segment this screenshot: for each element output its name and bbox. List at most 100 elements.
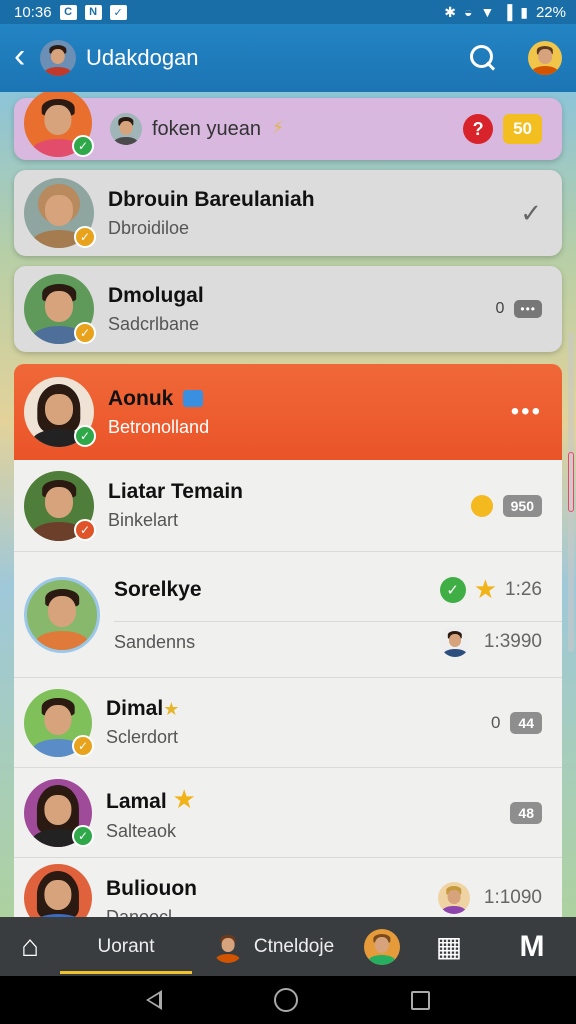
star-icon: ★ <box>473 574 498 604</box>
profile-avatar[interactable] <box>528 41 562 75</box>
contact-name: Sorelkye <box>114 577 202 601</box>
tab-ctneldoje[interactable]: Ctneldoje <box>192 917 354 976</box>
contact-avatar: ✓ <box>24 377 96 447</box>
contact-subtitle: Binkelart <box>108 510 179 530</box>
verified-icon: ✓ <box>72 734 94 757</box>
chat-item[interactable]: Sorelkye ✓ ★ 1:26 Sandenns 1:3990 <box>14 552 562 678</box>
chat-item[interactable]: ✓ Dbrouin Bareulaniah Dbroidiloe ✓ <box>14 170 562 256</box>
active-tab-indicator <box>60 971 192 974</box>
read-check-icon: ✓ <box>520 197 542 228</box>
status-emoji-icon <box>470 494 493 517</box>
home-icon: ⌂ <box>20 929 40 963</box>
verified-icon: ✓ <box>74 518 96 541</box>
system-navigation <box>0 976 576 1024</box>
contact-avatar: ✓ <box>24 778 94 847</box>
nav-media[interactable]: ▦ <box>410 917 488 976</box>
contact-avatar: ✓ <box>24 178 96 248</box>
contact-avatar: ✓ <box>24 470 96 541</box>
notification-c-icon: C <box>59 4 77 20</box>
contact-subtitle: Sadcrlbane <box>108 313 200 334</box>
contact-subtitle: Betronolland <box>108 416 210 437</box>
contact-avatar <box>24 864 92 917</box>
pinned-title: foken yuean <box>152 117 261 140</box>
contact-name: Buliouon <box>106 877 197 900</box>
tab-label: Ctneldoje <box>253 935 335 957</box>
message-time: 1:26 <box>505 578 542 600</box>
contact-name: Dimal★ <box>106 697 180 720</box>
unread-number: 0 <box>490 712 501 732</box>
contact-avatar: ✓ <box>24 274 96 344</box>
system-recents-icon[interactable] <box>410 990 430 1010</box>
contact-name: Dmolugal <box>108 283 204 307</box>
chat-list: ✓ foken yuean ⚡ ? 50 ✓ Dbrouin Bareulani… <box>0 92 576 917</box>
verified-icon: ✓ <box>72 824 94 847</box>
contact-avatar: ✓ <box>24 688 94 757</box>
chat-item[interactable]: ✓ Liatar Temain Binkelart 950 <box>14 460 562 552</box>
contact-subtitle: Sandenns <box>114 631 196 652</box>
more-options-icon[interactable]: ••• <box>511 398 542 426</box>
status-time: 10:36 <box>14 3 52 21</box>
tab-label: Uorant <box>97 935 155 957</box>
small-avatar <box>110 113 142 145</box>
lightning-icon: ⚡ <box>272 118 284 137</box>
sparkle-icon: ★ <box>163 699 180 719</box>
contact-name: Aonuk <box>108 387 511 411</box>
system-home-icon[interactable] <box>274 988 299 1012</box>
pinned-avatar: ✓ <box>24 92 94 157</box>
unread-count: 48 <box>510 801 542 824</box>
app-title: Udakdogan <box>86 45 199 70</box>
notification-check-icon: ✓ <box>109 4 127 20</box>
system-back-icon[interactable] <box>146 990 163 1010</box>
check-icon: ✓ <box>439 576 466 603</box>
chat-avatar[interactable] <box>40 40 76 76</box>
battery-level: 22% <box>535 3 566 21</box>
scrollbar-thumb[interactable] <box>568 452 574 512</box>
unread-count: 44 <box>510 711 542 734</box>
media-icon: ▦ <box>435 931 463 962</box>
chat-item[interactable]: ✓ Dmolugal Sadcrlbane 0 ••• <box>14 266 562 352</box>
contact-name: Dbrouin Bareulaniah <box>108 187 315 211</box>
unread-count: 950 <box>502 494 542 517</box>
contact-subtitle: Sclerdort <box>106 727 179 747</box>
mail-icon: M <box>519 929 545 963</box>
briefcase-icon <box>183 390 204 408</box>
sender-avatar <box>437 882 470 914</box>
nav-avatar <box>211 930 244 963</box>
nav-home[interactable]: ⌂ <box>0 917 60 976</box>
chat-item[interactable]: ✓ Lamal ★ Salteaok 48 <box>14 768 562 858</box>
chat-item[interactable]: Buliouon Danoocl 1:1090 <box>14 858 562 917</box>
chat-item-selected[interactable]: ✓ Aonuk Betronolland ••• <box>14 364 562 460</box>
chat-list-body: ✓ Liatar Temain Binkelart 950 Sorelkye ✓ <box>14 460 562 917</box>
star-icon: ★ <box>172 783 196 814</box>
nav-profile-avatar <box>364 928 400 965</box>
battery-icon: ▮ <box>520 3 528 20</box>
pinned-chat[interactable]: ✓ foken yuean ⚡ ? 50 <box>14 92 562 160</box>
contact-subtitle: Salteaok <box>106 820 177 841</box>
nav-mail[interactable]: M <box>488 917 576 976</box>
verified-icon: ✓ <box>74 322 96 344</box>
contact-name: Liatar Temain <box>108 480 243 503</box>
message-time: 1:1090 <box>483 887 542 908</box>
message-time: 1:3990 <box>483 631 542 652</box>
signal-bars-icon: ▐ <box>502 4 513 20</box>
app-bar: ‹ Udakdogan <box>0 24 576 92</box>
unread-number: 0 <box>495 300 505 317</box>
bluetooth-icon: ✱ <box>444 3 456 20</box>
verified-icon: ✓ <box>74 226 96 248</box>
bottom-nav: ⌂ Uorant Ctneldoje ▦ M <box>0 917 576 976</box>
signal-icon: ▼ <box>480 4 495 20</box>
search-icon[interactable] <box>468 43 498 73</box>
contact-name: Lamal ★ <box>106 783 196 814</box>
tab-uorant[interactable]: Uorant <box>60 917 192 976</box>
contact-subtitle: Danoocl <box>106 907 173 917</box>
notification-n-icon: N <box>84 4 102 20</box>
nav-profile[interactable] <box>354 917 410 976</box>
typing-dots-icon: ••• <box>514 300 542 318</box>
contact-subtitle: Dbroidiloe <box>108 217 190 238</box>
back-arrow-icon[interactable]: ‹ <box>14 39 34 73</box>
sender-avatar <box>439 627 470 657</box>
contact-avatar <box>24 576 100 653</box>
chat-item[interactable]: ✓ Dimal★ Sclerdort 0 44 <box>14 678 562 768</box>
status-bar: 10:36 C N ✓ ✱ ◒ ▼ ▐ ▮ 22% <box>0 0 576 24</box>
wifi-icon: ◒ <box>464 4 473 20</box>
